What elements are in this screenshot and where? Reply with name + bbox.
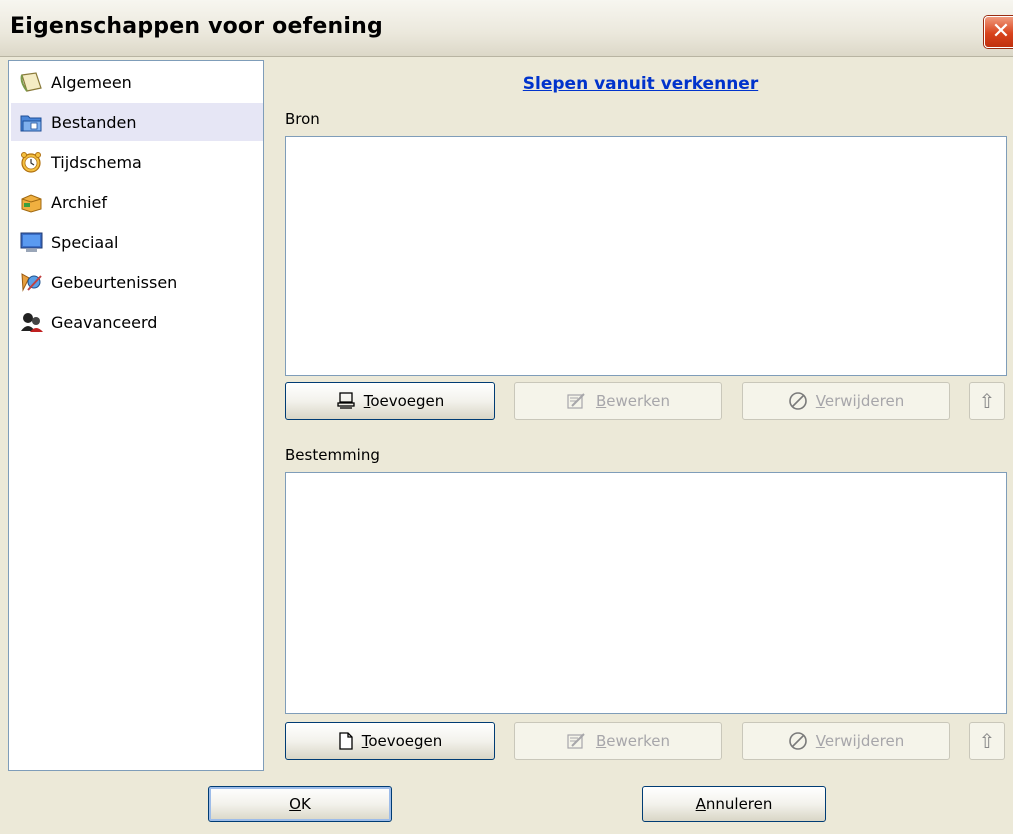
button-label-rest: erwijderen	[824, 392, 905, 410]
arrow-up-icon: ⇧	[978, 389, 996, 413]
edit-icon	[566, 392, 588, 410]
folder-icon	[19, 110, 45, 134]
button-label-rest: ewerken	[606, 392, 671, 410]
nav-label: Tijdschema	[51, 152, 142, 172]
source-move-up-button[interactable]: ⇧	[969, 382, 1005, 420]
destination-remove-button[interactable]: Verwijderen	[742, 722, 950, 760]
nav-item-tijdschema[interactable]: Tijdschema	[11, 143, 263, 181]
advanced-users-icon	[19, 310, 45, 334]
files-panel: Slepen vanuit verkenner Bron Toevoegen B…	[268, 60, 1013, 771]
monitor-icon	[19, 230, 45, 254]
source-label: Bron	[285, 110, 320, 128]
window-title: Eigenschappen voor oefening	[10, 14, 383, 39]
nav-item-archief[interactable]: Archief	[11, 183, 263, 221]
nav-item-gebeurtenissen[interactable]: Gebeurtenissen	[11, 263, 263, 301]
destination-label: Bestemming	[285, 446, 380, 464]
ok-button[interactable]: OK	[208, 786, 392, 822]
close-icon: ✕	[991, 19, 1011, 44]
alarm-clock-icon	[19, 150, 45, 174]
source-list[interactable]	[285, 136, 1007, 376]
arrow-up-icon: ⇧	[978, 729, 996, 753]
button-label-rest: ewerken	[606, 732, 671, 750]
edit-icon	[566, 732, 588, 750]
destination-edit-button[interactable]: Bewerken	[514, 722, 722, 760]
destination-list[interactable]	[285, 472, 1007, 714]
source-remove-button[interactable]: Verwijderen	[742, 382, 950, 420]
close-button[interactable]: ✕	[984, 16, 1013, 48]
mnemonic: A	[695, 795, 706, 813]
computer-icon	[336, 392, 356, 410]
new-document-icon	[338, 732, 354, 750]
button-label-rest: oevoegen	[370, 392, 445, 410]
nav-label: Geavanceerd	[51, 312, 158, 332]
destination-move-up-button[interactable]: ⇧	[969, 722, 1005, 760]
source-edit-button[interactable]: Bewerken	[514, 382, 722, 420]
category-list: Algemeen Bestanden Tijdschema Archief Sp…	[8, 60, 264, 771]
mnemonic: O	[289, 795, 301, 813]
button-label-rest: nnuleren	[705, 795, 773, 813]
source-add-button[interactable]: Toevoegen	[285, 382, 495, 420]
nav-item-algemeen[interactable]: Algemeen	[11, 63, 263, 101]
button-label-rest: K	[300, 795, 311, 813]
nav-label: Algemeen	[51, 72, 132, 92]
nav-label: Bestanden	[51, 112, 137, 132]
title-bar: Eigenschappen voor oefening ✕	[0, 0, 1013, 57]
mnemonic: V	[815, 392, 825, 410]
nav-label: Archief	[51, 192, 108, 212]
nav-item-speciaal[interactable]: Speciaal	[11, 223, 263, 261]
nav-label: Speciaal	[51, 232, 119, 252]
mnemonic: V	[815, 732, 825, 750]
destination-add-button[interactable]: Toevoegen	[285, 722, 495, 760]
archive-box-icon	[19, 190, 45, 214]
drag-from-explorer-link[interactable]: Slepen vanuit verkenner	[268, 74, 1013, 94]
button-label-rest: erwijderen	[824, 732, 905, 750]
no-entry-icon	[788, 391, 808, 411]
nav-label: Gebeurtenissen	[51, 272, 178, 292]
no-entry-icon	[788, 731, 808, 751]
button-label-rest: oevoegen	[368, 732, 443, 750]
mnemonic: B	[595, 392, 607, 410]
nav-item-bestanden[interactable]: Bestanden	[11, 103, 263, 141]
mnemonic: B	[595, 732, 607, 750]
nav-item-geavanceerd[interactable]: Geavanceerd	[11, 303, 263, 341]
notepad-icon	[19, 70, 45, 94]
dialog-window: Eigenschappen voor oefening ✕ Algemeen B…	[0, 0, 1013, 834]
events-icon	[19, 270, 45, 294]
cancel-button[interactable]: Annuleren	[642, 786, 826, 822]
